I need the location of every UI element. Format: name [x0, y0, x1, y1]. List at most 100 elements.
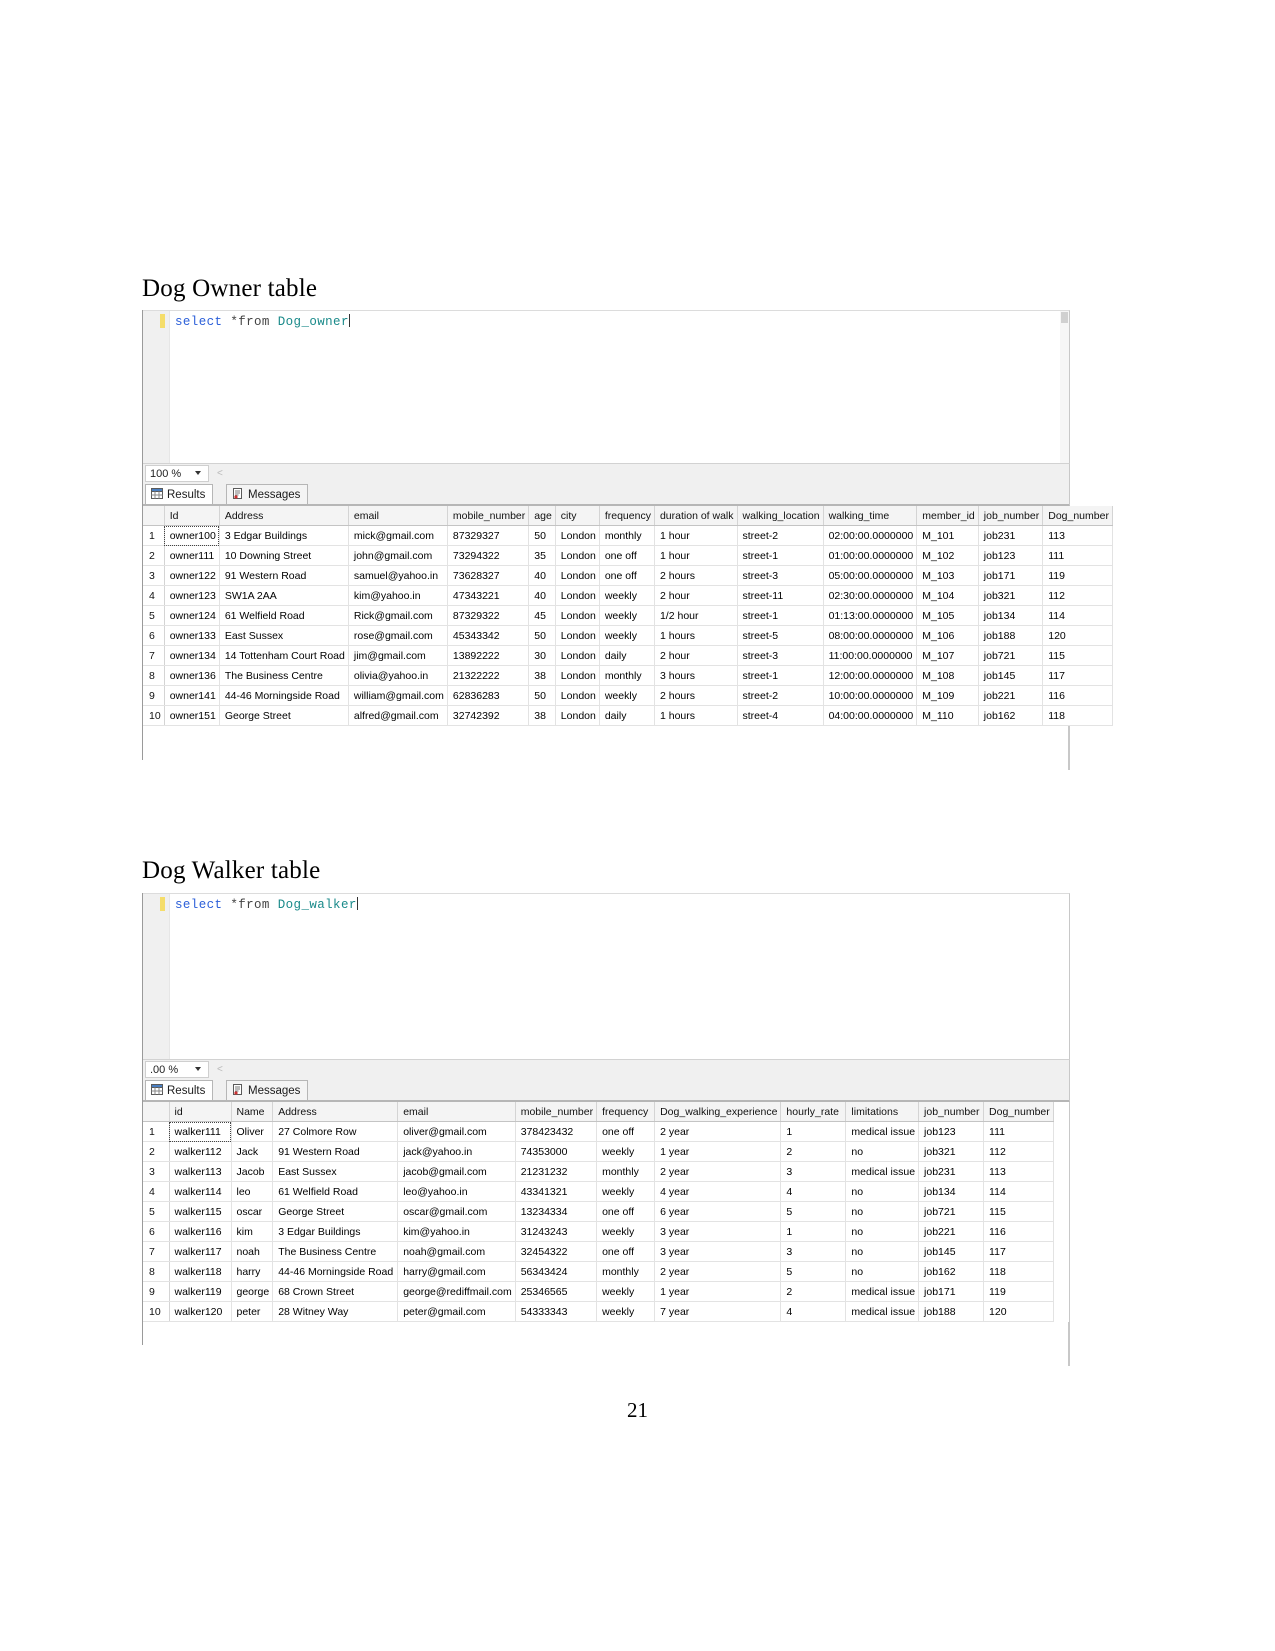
- cell[interactable]: 2: [780, 1281, 847, 1302]
- column-header-member-id[interactable]: member_id: [916, 506, 979, 526]
- cell[interactable]: mick@gmail.com: [348, 525, 448, 546]
- cell[interactable]: kim@yahoo.in: [397, 1221, 516, 1242]
- cell[interactable]: 25346565: [515, 1281, 598, 1302]
- cell[interactable]: street-1: [737, 665, 824, 686]
- cell[interactable]: 13234334: [515, 1201, 598, 1222]
- editor-vertical-scrollbar[interactable]: [1060, 311, 1069, 463]
- cell[interactable]: London: [555, 705, 600, 726]
- row-number[interactable]: 2: [143, 545, 165, 566]
- cell[interactable]: George Street: [272, 1201, 399, 1222]
- cell[interactable]: job145: [918, 1241, 985, 1262]
- table-row[interactable]: 8 owner136 The Business Centre olivia@yahoo…: [143, 665, 1113, 686]
- cell[interactable]: owner123: [164, 585, 220, 606]
- editor-scrollbar-thumb[interactable]: [1061, 312, 1068, 323]
- cell[interactable]: 56343424: [515, 1261, 598, 1282]
- cell[interactable]: 378423432: [515, 1121, 598, 1142]
- cell[interactable]: leo: [231, 1181, 274, 1202]
- column-header-frequency[interactable]: frequency: [599, 506, 655, 526]
- cell[interactable]: 3: [780, 1241, 847, 1262]
- column-header-id[interactable]: Id: [164, 506, 220, 526]
- row-number[interactable]: 5: [143, 1201, 170, 1222]
- column-header-dog-number[interactable]: Dog_number: [1042, 506, 1113, 526]
- cell[interactable]: 2 hour: [654, 645, 738, 666]
- column-header-age[interactable]: age: [528, 506, 556, 526]
- cell[interactable]: 02:00:00.0000000: [823, 525, 918, 546]
- cell[interactable]: 38: [528, 665, 556, 686]
- cell[interactable]: 11:00:00.0000000: [823, 645, 918, 666]
- cell[interactable]: owner100: [164, 525, 220, 546]
- cell[interactable]: harry: [231, 1261, 274, 1282]
- cell[interactable]: weekly: [596, 1301, 656, 1322]
- cell[interactable]: weekly: [599, 685, 655, 706]
- cell[interactable]: job721: [978, 645, 1044, 666]
- cell[interactable]: job231: [918, 1161, 985, 1182]
- cell[interactable]: leo@yahoo.in: [397, 1181, 516, 1202]
- cell[interactable]: M_105: [916, 605, 979, 626]
- cell[interactable]: samuel@yahoo.in: [348, 565, 448, 586]
- cell[interactable]: 119: [1042, 565, 1113, 586]
- cell[interactable]: monthly: [599, 525, 655, 546]
- cell[interactable]: monthly: [596, 1161, 656, 1182]
- cell[interactable]: no: [845, 1201, 920, 1222]
- row-number[interactable]: 1: [143, 525, 165, 546]
- cell[interactable]: job721: [918, 1201, 985, 1222]
- cell[interactable]: noah@gmail.com: [397, 1241, 516, 1262]
- cell[interactable]: 2: [780, 1141, 847, 1162]
- cell[interactable]: 61 Welfield Road: [272, 1181, 399, 1202]
- cell[interactable]: 21322222: [447, 665, 530, 686]
- cell[interactable]: 113: [983, 1161, 1054, 1182]
- cell[interactable]: job188: [918, 1301, 985, 1322]
- cell[interactable]: olivia@yahoo.in: [348, 665, 448, 686]
- cell[interactable]: 6 year: [654, 1201, 782, 1222]
- cell[interactable]: george: [231, 1281, 274, 1302]
- cell[interactable]: medical issue: [845, 1301, 920, 1322]
- cell[interactable]: 02:30:00.0000000: [823, 585, 918, 606]
- cell[interactable]: 13892222: [447, 645, 530, 666]
- cell[interactable]: 1: [780, 1221, 847, 1242]
- table-row[interactable]: 1 walker111 Oliver 27 Colmore Row oliver@gma…: [143, 1121, 1054, 1142]
- column-header-limitations[interactable]: limitations: [845, 1102, 920, 1122]
- cell[interactable]: street-5: [737, 625, 824, 646]
- cell[interactable]: alfred@gmail.com: [348, 705, 448, 726]
- row-number[interactable]: 10: [143, 1301, 170, 1322]
- row-number[interactable]: 6: [143, 625, 165, 646]
- cell[interactable]: London: [555, 525, 600, 546]
- cell[interactable]: 2 hours: [654, 685, 738, 706]
- row-number[interactable]: 2: [143, 1141, 170, 1162]
- cell[interactable]: medical issue: [845, 1281, 920, 1302]
- cell[interactable]: M_102: [916, 545, 979, 566]
- row-number[interactable]: 1: [143, 1121, 170, 1142]
- cell[interactable]: medical issue: [845, 1161, 920, 1182]
- chevron-down-icon[interactable]: [195, 471, 201, 475]
- cell[interactable]: walker113: [169, 1161, 232, 1182]
- cell[interactable]: M_109: [916, 685, 979, 706]
- cell[interactable]: weekly: [596, 1281, 656, 1302]
- cell[interactable]: 1 year: [654, 1281, 782, 1302]
- cell[interactable]: 114: [1042, 605, 1113, 626]
- cell[interactable]: monthly: [599, 665, 655, 686]
- cell[interactable]: 5: [780, 1261, 847, 1282]
- cell[interactable]: oscar@gmail.com: [397, 1201, 516, 1222]
- cell[interactable]: London: [555, 605, 600, 626]
- cell[interactable]: 119: [983, 1281, 1054, 1302]
- cell[interactable]: SW1A 2AA: [219, 585, 349, 606]
- cell[interactable]: East Sussex: [219, 625, 349, 646]
- cell[interactable]: 1 hour: [654, 545, 738, 566]
- table-row[interactable]: 2 owner111 10 Downing Street john@gmail.com…: [143, 545, 1113, 566]
- cell[interactable]: 50: [528, 625, 556, 646]
- cell[interactable]: street-1: [737, 545, 824, 566]
- cell[interactable]: job123: [978, 545, 1044, 566]
- cell[interactable]: job321: [978, 585, 1044, 606]
- cell[interactable]: walker117: [169, 1241, 232, 1262]
- cell[interactable]: 112: [983, 1141, 1054, 1162]
- cell[interactable]: 27 Colmore Row: [272, 1121, 399, 1142]
- cell[interactable]: 30: [528, 645, 556, 666]
- table-row[interactable]: 9 owner141 44-46 Morningside Road william@g…: [143, 685, 1113, 706]
- cell[interactable]: street-2: [737, 685, 824, 706]
- cell[interactable]: job145: [978, 665, 1044, 686]
- cell[interactable]: 04:00:00.0000000: [823, 705, 918, 726]
- cell[interactable]: one off: [596, 1201, 656, 1222]
- cell[interactable]: 68 Crown Street: [272, 1281, 399, 1302]
- cell[interactable]: 3 year: [654, 1221, 782, 1242]
- cell[interactable]: 87329322: [447, 605, 530, 626]
